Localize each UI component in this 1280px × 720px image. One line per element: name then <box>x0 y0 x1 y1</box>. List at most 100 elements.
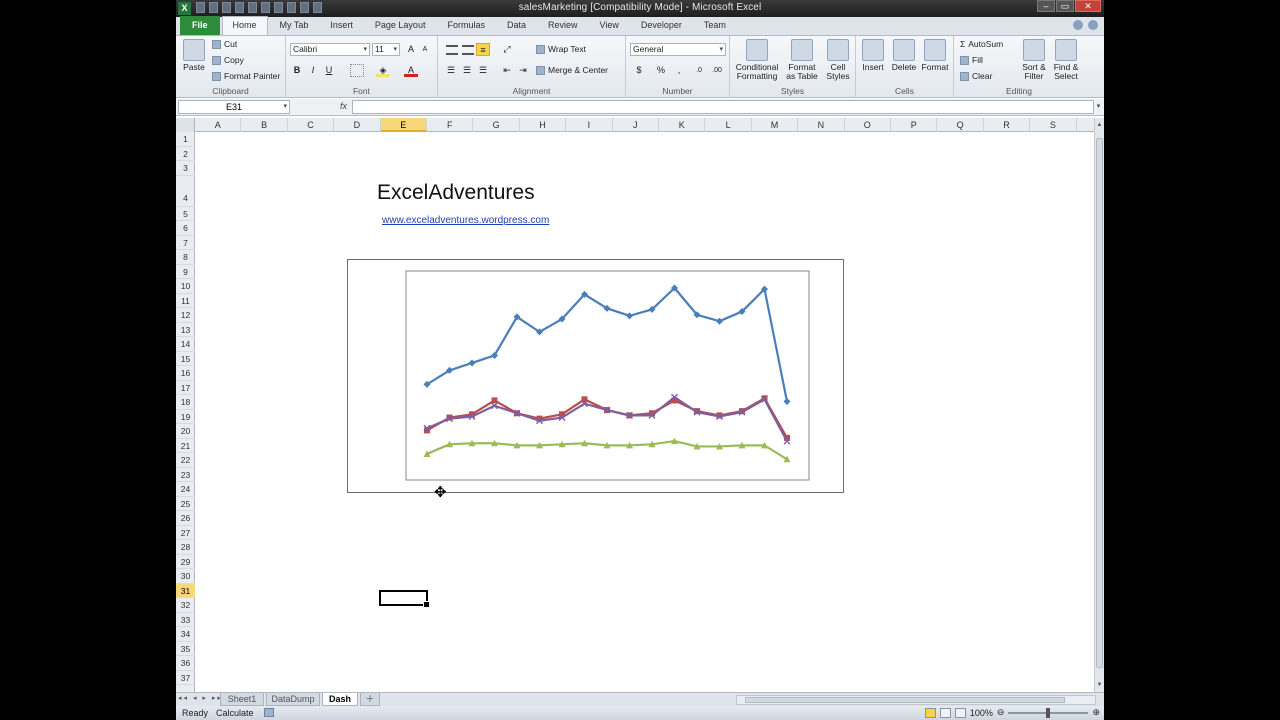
expand-formula-bar-icon[interactable]: ▾ <box>1094 100 1103 114</box>
format-cells-button[interactable]: Format <box>920 39 950 72</box>
row-header-27[interactable]: 27 <box>176 526 195 540</box>
column-header-r[interactable]: R <box>984 118 1031 132</box>
row-header-23[interactable]: 23 <box>176 468 195 482</box>
series-2-point-4[interactable] <box>491 397 498 404</box>
increase-decimal-icon[interactable]: .0 <box>692 64 706 77</box>
find-select-button[interactable]: Find & Select <box>1050 39 1082 81</box>
row-header-31[interactable]: 31 <box>176 583 195 598</box>
row-header-22[interactable]: 22 <box>176 453 195 468</box>
row-header-4[interactable]: 4 <box>176 176 195 207</box>
formula-input[interactable] <box>352 100 1094 114</box>
website-link[interactable]: www.exceladventures.wordpress.com <box>382 215 549 226</box>
format-as-table-button[interactable]: Format as Table <box>782 39 822 81</box>
row-header-12[interactable]: 12 <box>176 308 195 323</box>
shrink-font-button[interactable]: A <box>418 43 432 56</box>
cut-button[interactable]: Cut <box>212 39 237 49</box>
normal-view-icon[interactable] <box>924 707 936 718</box>
underline-button[interactable]: U <box>322 64 336 77</box>
column-header-b[interactable]: B <box>241 118 288 132</box>
decrease-decimal-icon[interactable]: .00 <box>710 64 724 77</box>
tab-review[interactable]: Review <box>538 16 588 35</box>
cell-styles-button[interactable]: Cell Styles <box>822 39 854 81</box>
align-middle-icon[interactable] <box>462 45 474 55</box>
scroll-up-icon[interactable]: ▲ <box>1095 120 1104 130</box>
horizontal-scroll-thumb[interactable] <box>745 697 1065 703</box>
insert-sheet-icon[interactable]: ＋ <box>360 693 380 706</box>
close-button[interactable]: ✕ <box>1075 0 1101 12</box>
column-header-n[interactable]: N <box>798 118 845 132</box>
row-header-9[interactable]: 9 <box>176 265 195 279</box>
zoom-out-icon[interactable]: ⊖ <box>997 707 1005 718</box>
font-name-combo[interactable]: Calibri <box>290 43 370 56</box>
fill-button[interactable]: Fill <box>960 55 983 65</box>
paste-button[interactable]: Paste <box>180 39 208 72</box>
row-header-29[interactable]: 29 <box>176 555 195 569</box>
italic-button[interactable]: I <box>306 64 320 77</box>
minimize-ribbon-icon[interactable] <box>1073 20 1083 30</box>
row-header-17[interactable]: 17 <box>176 381 195 395</box>
merge-center-button[interactable]: Merge & Center <box>536 65 608 75</box>
row-header-8[interactable]: 8 <box>176 250 195 265</box>
row-header-11[interactable]: 11 <box>176 294 195 308</box>
selected-cell-e31[interactable] <box>379 590 430 608</box>
tab-insert[interactable]: Insert <box>320 16 363 35</box>
column-header-h[interactable]: H <box>520 118 567 132</box>
row-header-28[interactable]: 28 <box>176 540 195 555</box>
delete-cells-button[interactable]: Delete <box>889 39 919 72</box>
tab-file[interactable]: File <box>180 16 220 35</box>
tab-developer[interactable]: Developer <box>631 16 692 35</box>
column-header-s[interactable]: S <box>1030 118 1077 132</box>
select-all-corner[interactable] <box>176 118 195 132</box>
increase-indent-icon[interactable]: ⇥ <box>516 64 530 77</box>
autosum-button[interactable]: Σ AutoSum <box>960 39 1003 49</box>
row-header-37[interactable]: 37 <box>176 671 195 685</box>
scroll-down-icon[interactable]: ▼ <box>1095 680 1104 690</box>
fill-color-icon[interactable]: ◈ <box>376 64 390 77</box>
borders-icon[interactable] <box>350 64 364 77</box>
column-header-m[interactable]: M <box>752 118 799 132</box>
row-header-5[interactable]: 5 <box>176 207 195 221</box>
sort-filter-button[interactable]: Sort & Filter <box>1018 39 1050 81</box>
row-header-10[interactable]: 10 <box>176 279 195 294</box>
align-left-icon[interactable]: ☰ <box>444 64 458 77</box>
row-header-14[interactable]: 14 <box>176 337 195 352</box>
column-header-l[interactable]: L <box>705 118 752 132</box>
row-header-2[interactable]: 2 <box>176 147 195 161</box>
column-header-q[interactable]: Q <box>937 118 984 132</box>
column-header-k[interactable]: K <box>659 118 706 132</box>
page-break-view-icon[interactable] <box>954 707 966 718</box>
tab-home[interactable]: Home <box>221 16 268 35</box>
align-right-icon[interactable]: ☰ <box>476 64 490 77</box>
row-header-6[interactable]: 6 <box>176 221 195 236</box>
insert-cells-button[interactable]: Insert <box>858 39 888 72</box>
page-layout-view-icon[interactable] <box>939 707 951 718</box>
row-header-7[interactable]: 7 <box>176 236 195 250</box>
column-header-g[interactable]: G <box>473 118 520 132</box>
row-header-34[interactable]: 34 <box>176 627 195 642</box>
comma-button[interactable]: , <box>672 64 686 77</box>
column-header-p[interactable]: P <box>891 118 938 132</box>
bold-button[interactable]: B <box>290 64 304 77</box>
row-header-3[interactable]: 3 <box>176 161 195 176</box>
tab-data[interactable]: Data <box>497 16 536 35</box>
row-header-26[interactable]: 26 <box>176 511 195 526</box>
grow-font-button[interactable]: A <box>404 43 418 56</box>
orientation-icon[interactable]: ⤢ <box>500 43 514 56</box>
zoom-level[interactable]: 100% <box>970 708 993 718</box>
align-center-icon[interactable]: ☰ <box>460 64 474 77</box>
sheet-tab-sheet1[interactable]: Sheet1 <box>220 693 264 706</box>
clear-button[interactable]: Clear <box>960 71 992 81</box>
column-header-d[interactable]: D <box>334 118 381 132</box>
row-header-1[interactable]: 1 <box>176 132 195 147</box>
font-color-icon[interactable]: A <box>404 64 418 77</box>
worksheet-grid[interactable]: ExcelAdventures www.exceladventures.word… <box>195 132 1094 692</box>
row-header-30[interactable]: 30 <box>176 569 195 584</box>
column-header-f[interactable]: F <box>427 118 474 132</box>
column-header-j[interactable]: J <box>613 118 659 132</box>
column-header-a[interactable]: A <box>195 118 242 132</box>
align-top-icon[interactable] <box>446 45 458 55</box>
row-header-19[interactable]: 19 <box>176 410 195 424</box>
name-box[interactable]: E31 <box>178 100 290 114</box>
decrease-indent-icon[interactable]: ⇤ <box>500 64 514 77</box>
row-header-13[interactable]: 13 <box>176 323 195 337</box>
